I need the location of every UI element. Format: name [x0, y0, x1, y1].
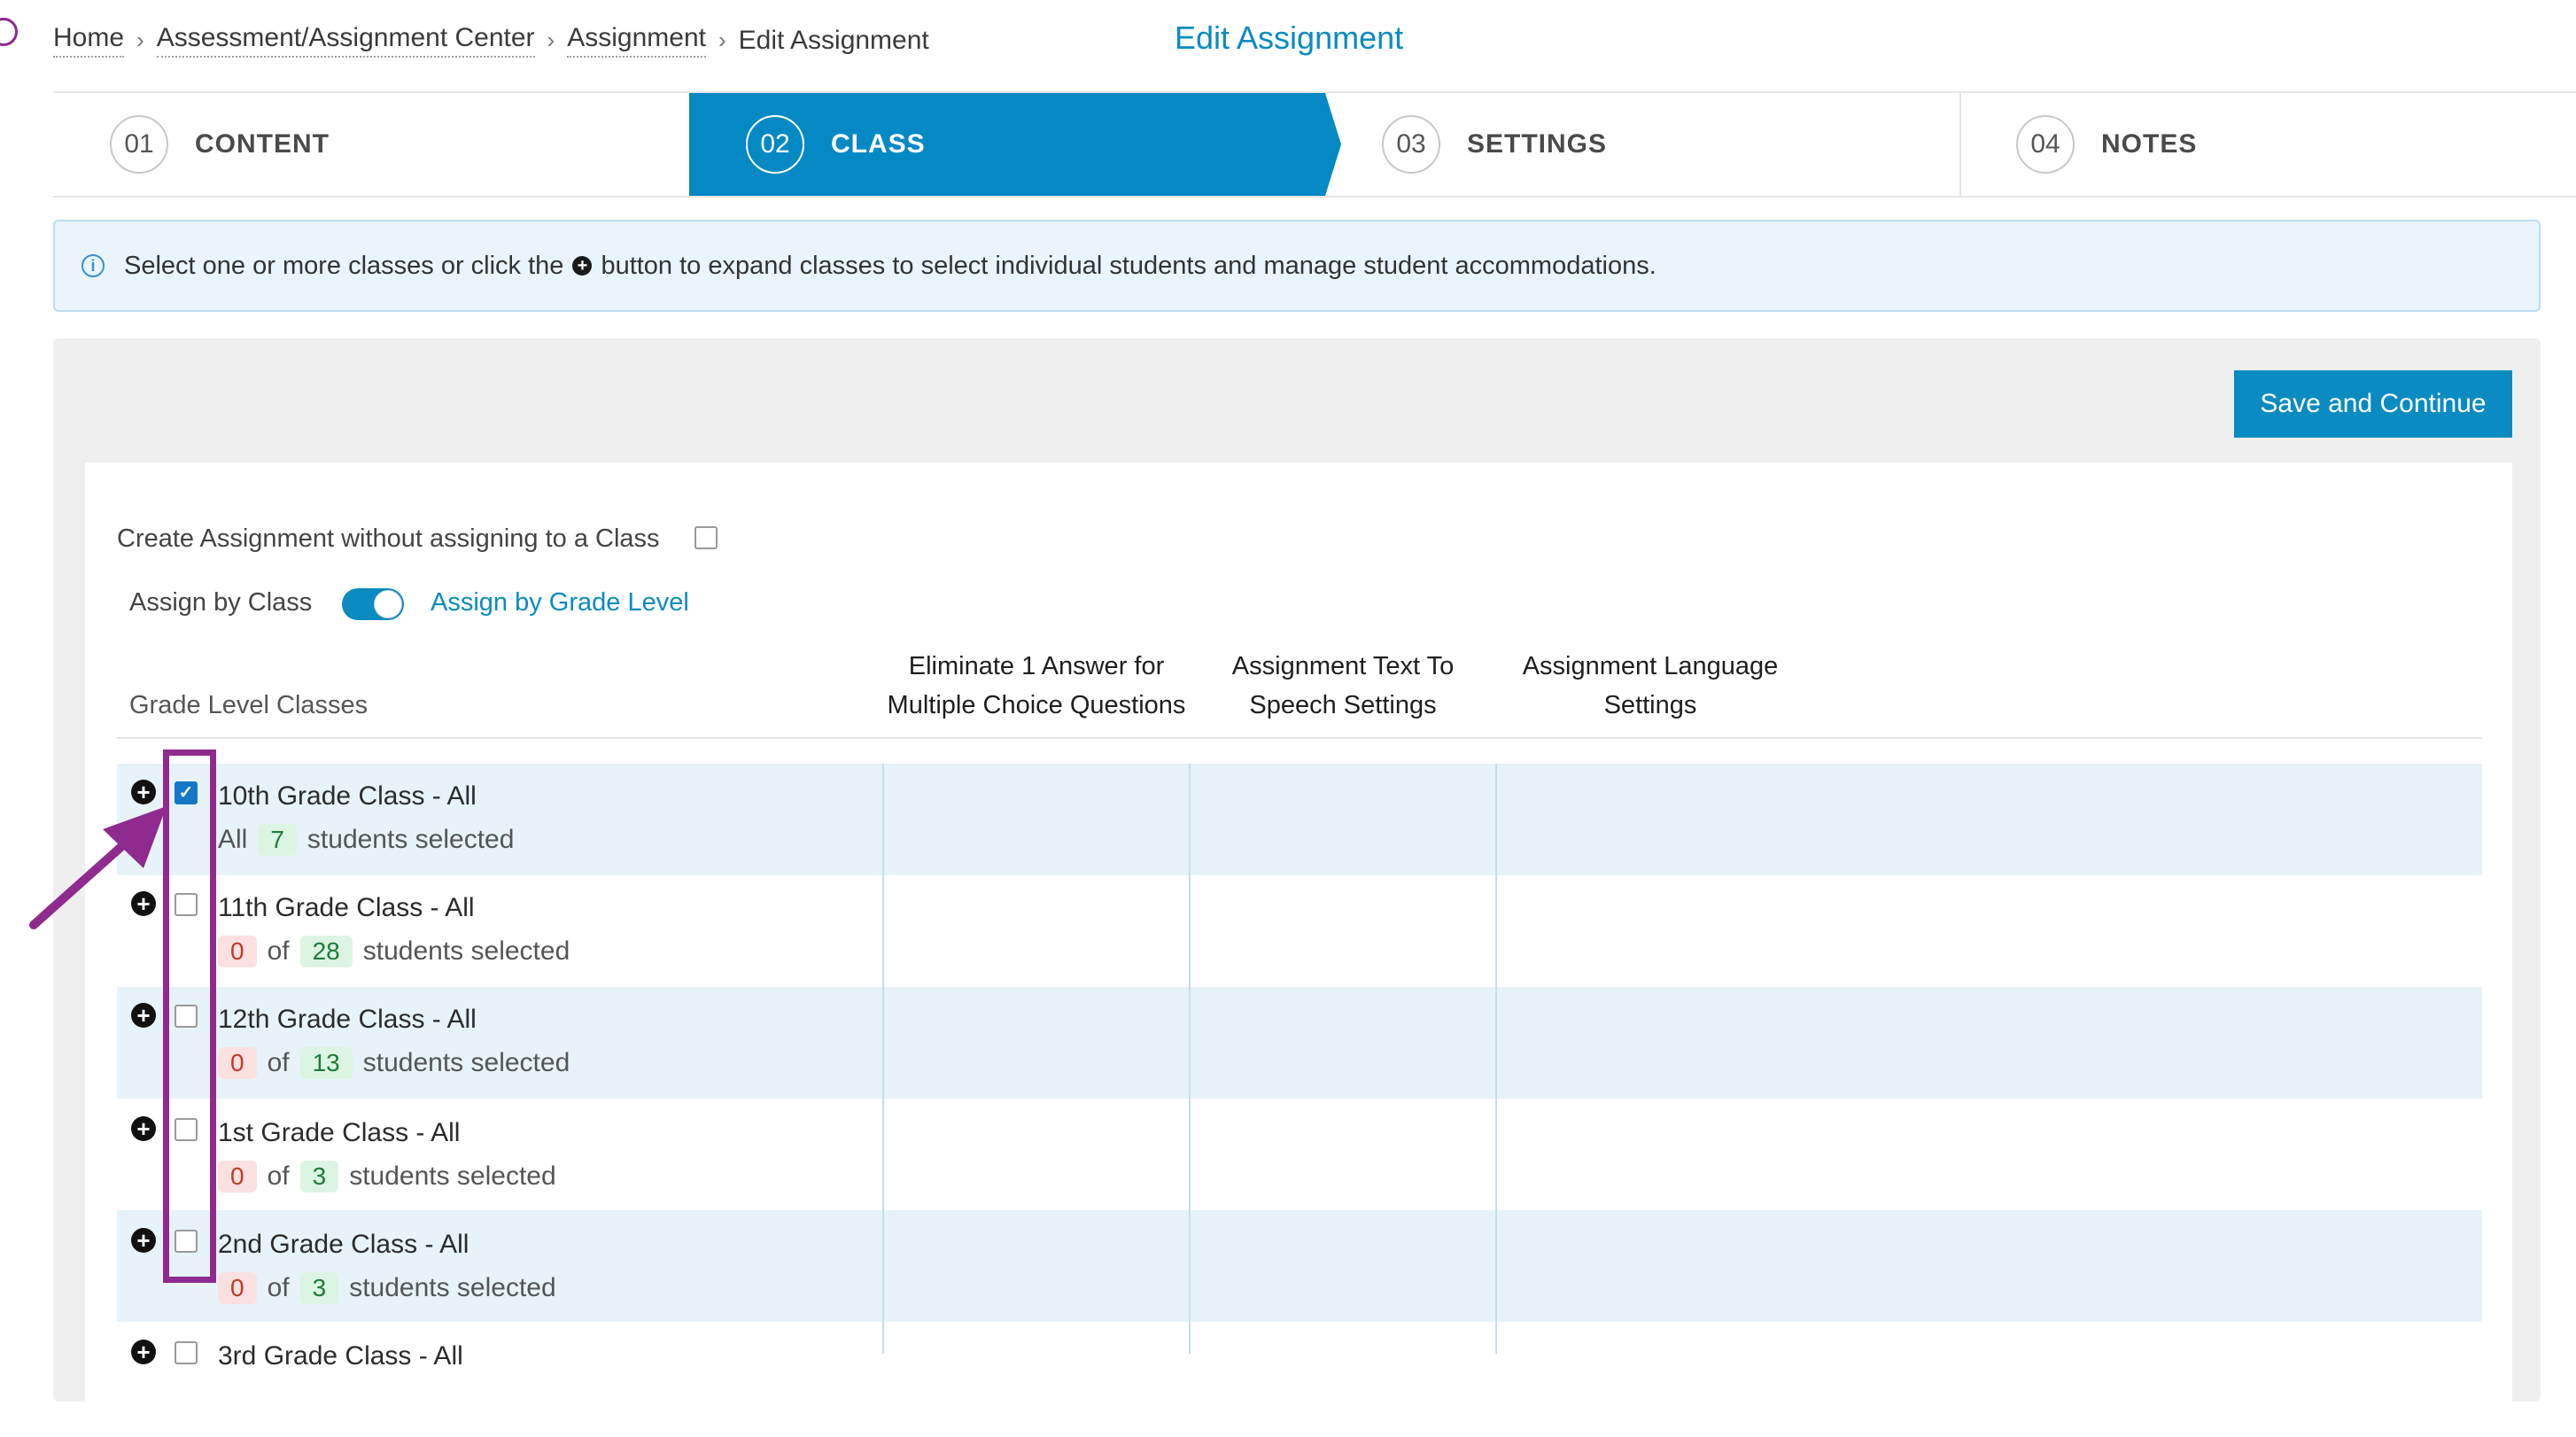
step-number: 01	[110, 115, 168, 174]
header-language-settings: Assignment Language Settings	[1506, 647, 1795, 725]
step-label: NOTES	[2101, 129, 2198, 159]
save-and-continue-button[interactable]: Save and Continue	[2234, 370, 2512, 438]
of-label: of	[267, 1048, 290, 1077]
selected-count-badge: 0	[218, 936, 257, 967]
no-class-label: Create Assignment without assigning to a…	[117, 524, 660, 553]
toggle-knob	[374, 590, 402, 618]
tab-settings[interactable]: 03 SETTINGS	[1382, 93, 1949, 196]
tab-content[interactable]: 01 CONTENT	[110, 93, 686, 196]
annotation-arrow-icon	[29, 806, 167, 929]
of-label: of	[267, 1161, 290, 1191]
step-number: 02	[746, 115, 804, 174]
students-selected: 0 of 3 students selected	[218, 1161, 556, 1192]
header-eliminate-line2: Multiple Choice Questions	[887, 691, 1186, 719]
class-checkbox[interactable]	[175, 1341, 198, 1364]
assign-mode-toggle[interactable]	[342, 588, 404, 620]
selected-count-badge: 0	[218, 1272, 257, 1304]
header-language-line2: Settings	[1603, 691, 1697, 719]
table-row	[117, 1099, 2482, 1210]
class-name: 3rd Grade Class - All	[218, 1341, 463, 1371]
students-selected-label: students selected	[349, 1161, 556, 1191]
step-label: CONTENT	[195, 129, 330, 159]
table-row	[117, 875, 2482, 987]
breadcrumb-assessment-center[interactable]: Assessment/Assignment Center	[156, 23, 535, 58]
header-language-line1: Assignment Language	[1522, 652, 1779, 680]
selected-count-badge: 7	[258, 824, 297, 856]
step-label: SETTINGS	[1467, 129, 1608, 159]
step-divider	[1959, 93, 1961, 196]
header-tts-line1: Assignment Text To	[1231, 652, 1455, 680]
class-name: 11th Grade Class - All	[218, 893, 475, 922]
plus-circle-icon: +	[572, 256, 593, 276]
step-label: CLASS	[831, 129, 926, 159]
students-selected: 0 of 13 students selected	[218, 1047, 570, 1079]
students-selected-label: students selected	[362, 1048, 570, 1077]
students-selected-label: students selected	[362, 936, 570, 966]
expand-class-icon[interactable]: +	[131, 1003, 156, 1028]
info-banner: i Select one or more classes or click th…	[53, 220, 2541, 312]
breadcrumb-current: Edit Assignment	[738, 25, 929, 55]
total-count-badge: 3	[299, 1161, 339, 1192]
header-grade-level-classes: Grade Level Classes	[129, 691, 369, 719]
info-text-end: button to expand classes to select indiv…	[601, 251, 1657, 280]
table-row	[117, 1322, 2482, 1433]
class-name: 1st Grade Class - All	[218, 1118, 461, 1147]
breadcrumb-assignment[interactable]: Assignment	[567, 23, 706, 58]
students-selected: All 7 students selected	[218, 824, 514, 856]
of-label: of	[267, 936, 290, 966]
column-divider	[1189, 764, 1191, 1354]
header-eliminate-answer: Eliminate 1 Answer for Multiple Choice Q…	[877, 647, 1196, 725]
class-name: 10th Grade Class - All	[218, 781, 477, 811]
total-count-badge: 13	[299, 1047, 353, 1079]
students-selected: 0 of 3 students selected	[218, 1272, 556, 1304]
header-text-to-speech: Assignment Text To Speech Settings	[1219, 647, 1467, 725]
class-name: 12th Grade Class - All	[218, 1005, 477, 1034]
all-label: All	[218, 825, 248, 854]
header-eliminate-line1: Eliminate 1 Answer for	[908, 652, 1165, 680]
assign-by-grade-level-label[interactable]: Assign by Grade Level	[431, 588, 689, 618]
header-divider	[117, 737, 2482, 739]
column-divider	[1495, 764, 1497, 1354]
class-name: 2nd Grade Class - All	[218, 1230, 469, 1259]
tab-notes[interactable]: 04 NOTES	[2016, 93, 2548, 196]
breadcrumb-home[interactable]: Home	[53, 23, 125, 58]
info-icon: i	[81, 254, 105, 277]
chevron-right-icon: ›	[547, 27, 555, 53]
column-divider	[882, 764, 884, 1354]
breadcrumb: Home › Assessment/Assignment Center › As…	[53, 23, 929, 58]
step-tabs: 01 CONTENT 02 CLASS 03 SETTINGS 04 NOTES	[53, 91, 2576, 198]
students-selected-label: students selected	[349, 1273, 556, 1302]
info-text-start: Select one or more classes or click the	[124, 251, 564, 280]
header-tts-line2: Speech Settings	[1249, 691, 1437, 719]
students-selected-label: students selected	[306, 825, 515, 854]
table-row	[117, 987, 2482, 1099]
step-number: 03	[1382, 115, 1440, 174]
active-step-arrow	[1325, 93, 1341, 196]
table-row	[117, 1210, 2482, 1322]
chevron-right-icon: ›	[718, 27, 726, 53]
students-selected: 0 of 28 students selected	[218, 936, 570, 967]
logout-icon[interactable]	[0, 18, 18, 46]
page-title: Edit Assignment	[1175, 19, 1404, 56]
step-number: 04	[2016, 115, 2075, 174]
tab-class[interactable]: 02 CLASS	[689, 93, 1325, 196]
total-count-badge: 3	[299, 1272, 339, 1304]
of-label: of	[267, 1273, 290, 1302]
total-count-badge: 28	[299, 936, 353, 967]
selected-count-badge: 0	[218, 1161, 257, 1192]
table-row	[117, 764, 2482, 875]
expand-class-icon[interactable]: +	[131, 1116, 156, 1141]
expand-class-icon[interactable]: +	[131, 1340, 156, 1364]
chevron-right-icon: ›	[136, 27, 144, 53]
expand-class-icon[interactable]: +	[131, 1228, 156, 1253]
selected-count-badge: 0	[218, 1047, 257, 1079]
assign-by-class-label: Assign by Class	[129, 588, 313, 617]
no-class-checkbox[interactable]	[694, 526, 718, 549]
